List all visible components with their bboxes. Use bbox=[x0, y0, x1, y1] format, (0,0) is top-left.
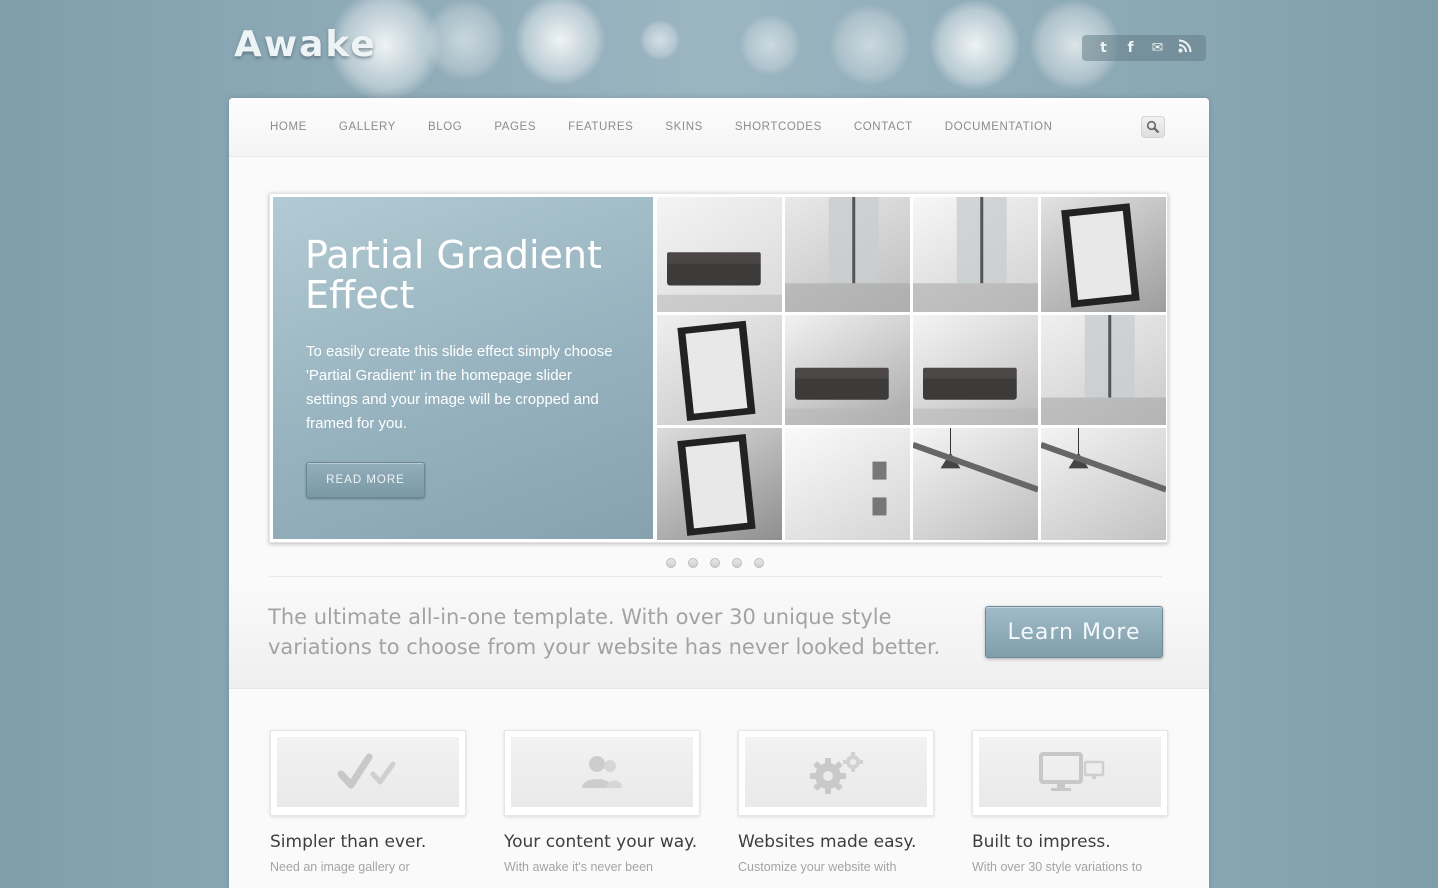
feature-title: Built to impress. bbox=[972, 832, 1111, 852]
slide-text: To easily create this slide effect simpl… bbox=[306, 343, 613, 432]
monitor-icon bbox=[1039, 752, 1105, 791]
slider-dot[interactable] bbox=[666, 558, 676, 568]
feature-text: Customize your website with bbox=[738, 860, 897, 874]
nav-item-skins[interactable]: SKINS bbox=[665, 121, 703, 133]
gears-icon bbox=[810, 752, 863, 794]
slide-caption-panel: Partial Gradient Effect To easily create… bbox=[273, 197, 653, 539]
learn-more-button[interactable]: Learn More bbox=[985, 606, 1163, 658]
nav-item-home[interactable]: HOME bbox=[270, 121, 307, 133]
slide-thumbnail bbox=[785, 197, 910, 312]
slide-thumbnail bbox=[913, 315, 1038, 425]
slide-thumbnail bbox=[657, 315, 782, 425]
slide-thumbnail bbox=[785, 315, 910, 425]
nav-item-blog[interactable]: BLOG bbox=[428, 121, 462, 133]
nav-item-features[interactable]: FEATURES bbox=[568, 121, 633, 133]
search-button[interactable] bbox=[1141, 116, 1165, 138]
slider-pagination bbox=[666, 558, 776, 568]
main-nav: HOME GALLERY BLOG PAGES FEATURES SKINS S… bbox=[229, 98, 1209, 157]
feature-websites: Websites made easy. Customize your websi… bbox=[738, 730, 934, 874]
facebook-icon[interactable]: f bbox=[1121, 40, 1141, 56]
users-icon bbox=[582, 756, 622, 788]
slider-dot[interactable] bbox=[688, 558, 698, 568]
feature-image[interactable] bbox=[504, 730, 700, 816]
feature-image[interactable] bbox=[270, 730, 466, 816]
nav-item-shortcodes[interactable]: SHORTCODES bbox=[735, 121, 822, 133]
checkmark-icon bbox=[337, 753, 396, 789]
nav-item-gallery[interactable]: GALLERY bbox=[339, 121, 396, 133]
slide-thumbnail bbox=[1041, 197, 1166, 312]
feature-title: Websites made easy. bbox=[738, 832, 917, 852]
slide-thumbnail bbox=[657, 197, 782, 312]
feature-impress: Built to impress. With over 30 style var… bbox=[972, 730, 1168, 874]
rss-icon[interactable] bbox=[1175, 39, 1195, 57]
slide-thumbnail bbox=[913, 197, 1038, 312]
page-container: HOME GALLERY BLOG PAGES FEATURES SKINS S… bbox=[229, 98, 1209, 888]
slide-image-grid bbox=[657, 197, 1166, 541]
slide-thumbnail bbox=[785, 428, 910, 540]
feature-title: Your content your way. bbox=[504, 832, 698, 852]
feature-text: With awake it's never been bbox=[504, 860, 653, 874]
feature-image[interactable] bbox=[972, 730, 1168, 816]
slider-dot[interactable] bbox=[732, 558, 742, 568]
feature-text: With over 30 style variations to bbox=[972, 860, 1143, 874]
slide-thumbnail bbox=[657, 428, 782, 540]
nav-item-documentation[interactable]: DOCUMENTATION bbox=[945, 121, 1053, 133]
divider bbox=[269, 576, 1162, 577]
promo-bar: The ultimate all-in-one template. With o… bbox=[229, 578, 1209, 689]
feature-simpler: Simpler than ever. Need an image gallery… bbox=[270, 730, 466, 874]
search-icon bbox=[1146, 120, 1160, 134]
nav-item-pages[interactable]: PAGES bbox=[494, 121, 536, 133]
feature-content: Your content your way. With awake it's n… bbox=[504, 730, 700, 874]
twitter-icon[interactable]: t bbox=[1094, 40, 1114, 56]
slide-title: Partial Gradient Effect bbox=[305, 233, 602, 317]
social-links: t f ✉ bbox=[1082, 35, 1206, 61]
image-slider: Partial Gradient Effect To easily create… bbox=[269, 193, 1168, 543]
slide-thumbnail bbox=[913, 428, 1038, 540]
feature-image[interactable] bbox=[738, 730, 934, 816]
email-icon[interactable]: ✉ bbox=[1148, 40, 1168, 56]
nav-item-contact[interactable]: CONTACT bbox=[854, 121, 913, 133]
slider-dot[interactable] bbox=[754, 558, 764, 568]
read-more-button[interactable]: READ MORE bbox=[306, 462, 425, 498]
feature-title: Simpler than ever. bbox=[270, 832, 427, 852]
slide-thumbnail bbox=[1041, 315, 1166, 425]
site-logo[interactable]: Awake bbox=[234, 24, 377, 65]
slide-thumbnail bbox=[1041, 428, 1166, 540]
feature-text: Need an image gallery or bbox=[270, 860, 410, 874]
slider-dot[interactable] bbox=[710, 558, 720, 568]
promo-text: The ultimate all-in-one template. With o… bbox=[268, 605, 941, 659]
